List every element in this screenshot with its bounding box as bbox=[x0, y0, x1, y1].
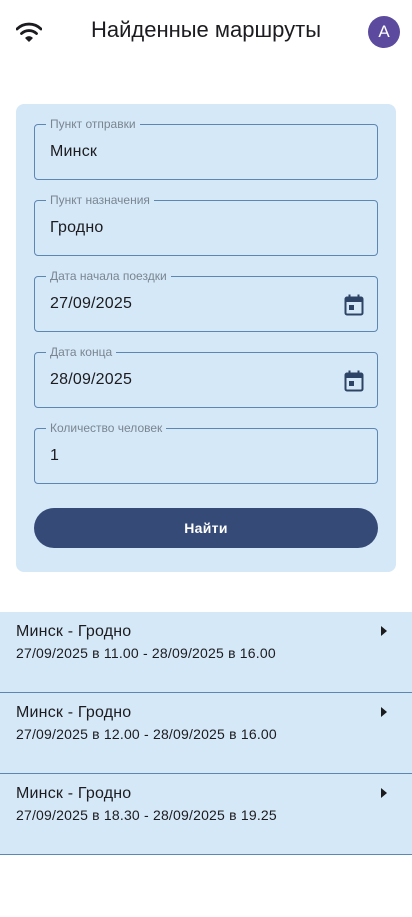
route-title: Минск - Гродно bbox=[16, 623, 132, 640]
departure-value: Минск bbox=[50, 143, 98, 160]
people-count-field[interactable]: Количество человек 1 bbox=[34, 421, 378, 484]
page-title: Найденные маршруты bbox=[90, 17, 322, 42]
end-date-value: 28/09/2025 bbox=[50, 371, 133, 388]
destination-label: Пункт назначения bbox=[46, 193, 154, 207]
end-date-label: Дата конца bbox=[46, 345, 117, 359]
chevron-right-icon bbox=[381, 626, 387, 636]
destination-field[interactable]: Пункт назначения Гродно bbox=[34, 193, 378, 256]
route-time: 27/09/2025 в 11.00 - 28/09/2025 в 16.00 bbox=[16, 645, 276, 661]
departure-field[interactable]: Пункт отправки Минск bbox=[34, 117, 378, 180]
route-time: 27/09/2025 в 12.00 - 28/09/2025 в 16.00 bbox=[16, 726, 277, 742]
chevron-right-icon bbox=[381, 788, 387, 798]
search-button[interactable]: Найти bbox=[34, 508, 378, 548]
route-title: Минск - Гродно bbox=[16, 785, 132, 802]
calendar-icon[interactable] bbox=[344, 370, 364, 392]
calendar-icon[interactable] bbox=[344, 294, 364, 316]
destination-value: Гродно bbox=[50, 219, 104, 236]
chevron-right-icon bbox=[381, 707, 387, 717]
departure-label: Пункт отправки bbox=[46, 117, 140, 131]
search-form-card: Пункт отправки Минск Пункт назначения Гр… bbox=[16, 104, 396, 572]
start-date-field[interactable]: Дата начала поездки 27/09/2025 bbox=[34, 269, 378, 332]
start-date-value: 27/09/2025 bbox=[50, 295, 133, 312]
route-item[interactable]: Минск - Гродно 27/09/2025 в 11.00 - 28/0… bbox=[0, 612, 412, 693]
avatar[interactable]: A bbox=[368, 16, 400, 48]
route-item[interactable]: Минск - Гродно 27/09/2025 в 12.00 - 28/0… bbox=[0, 693, 412, 774]
route-item[interactable]: Минск - Гродно 27/09/2025 в 18.30 - 28/0… bbox=[0, 774, 412, 855]
people-count-label: Количество человек bbox=[46, 421, 167, 435]
route-title: Минск - Гродно bbox=[16, 704, 132, 721]
top-app-bar: Найденные маршруты A bbox=[0, 0, 412, 64]
end-date-field[interactable]: Дата конца 28/09/2025 bbox=[34, 345, 378, 408]
people-count-value: 1 bbox=[50, 447, 60, 464]
route-time: 27/09/2025 в 18.30 - 28/09/2025 в 19.25 bbox=[16, 807, 277, 823]
start-date-label: Дата начала поездки bbox=[46, 269, 171, 283]
